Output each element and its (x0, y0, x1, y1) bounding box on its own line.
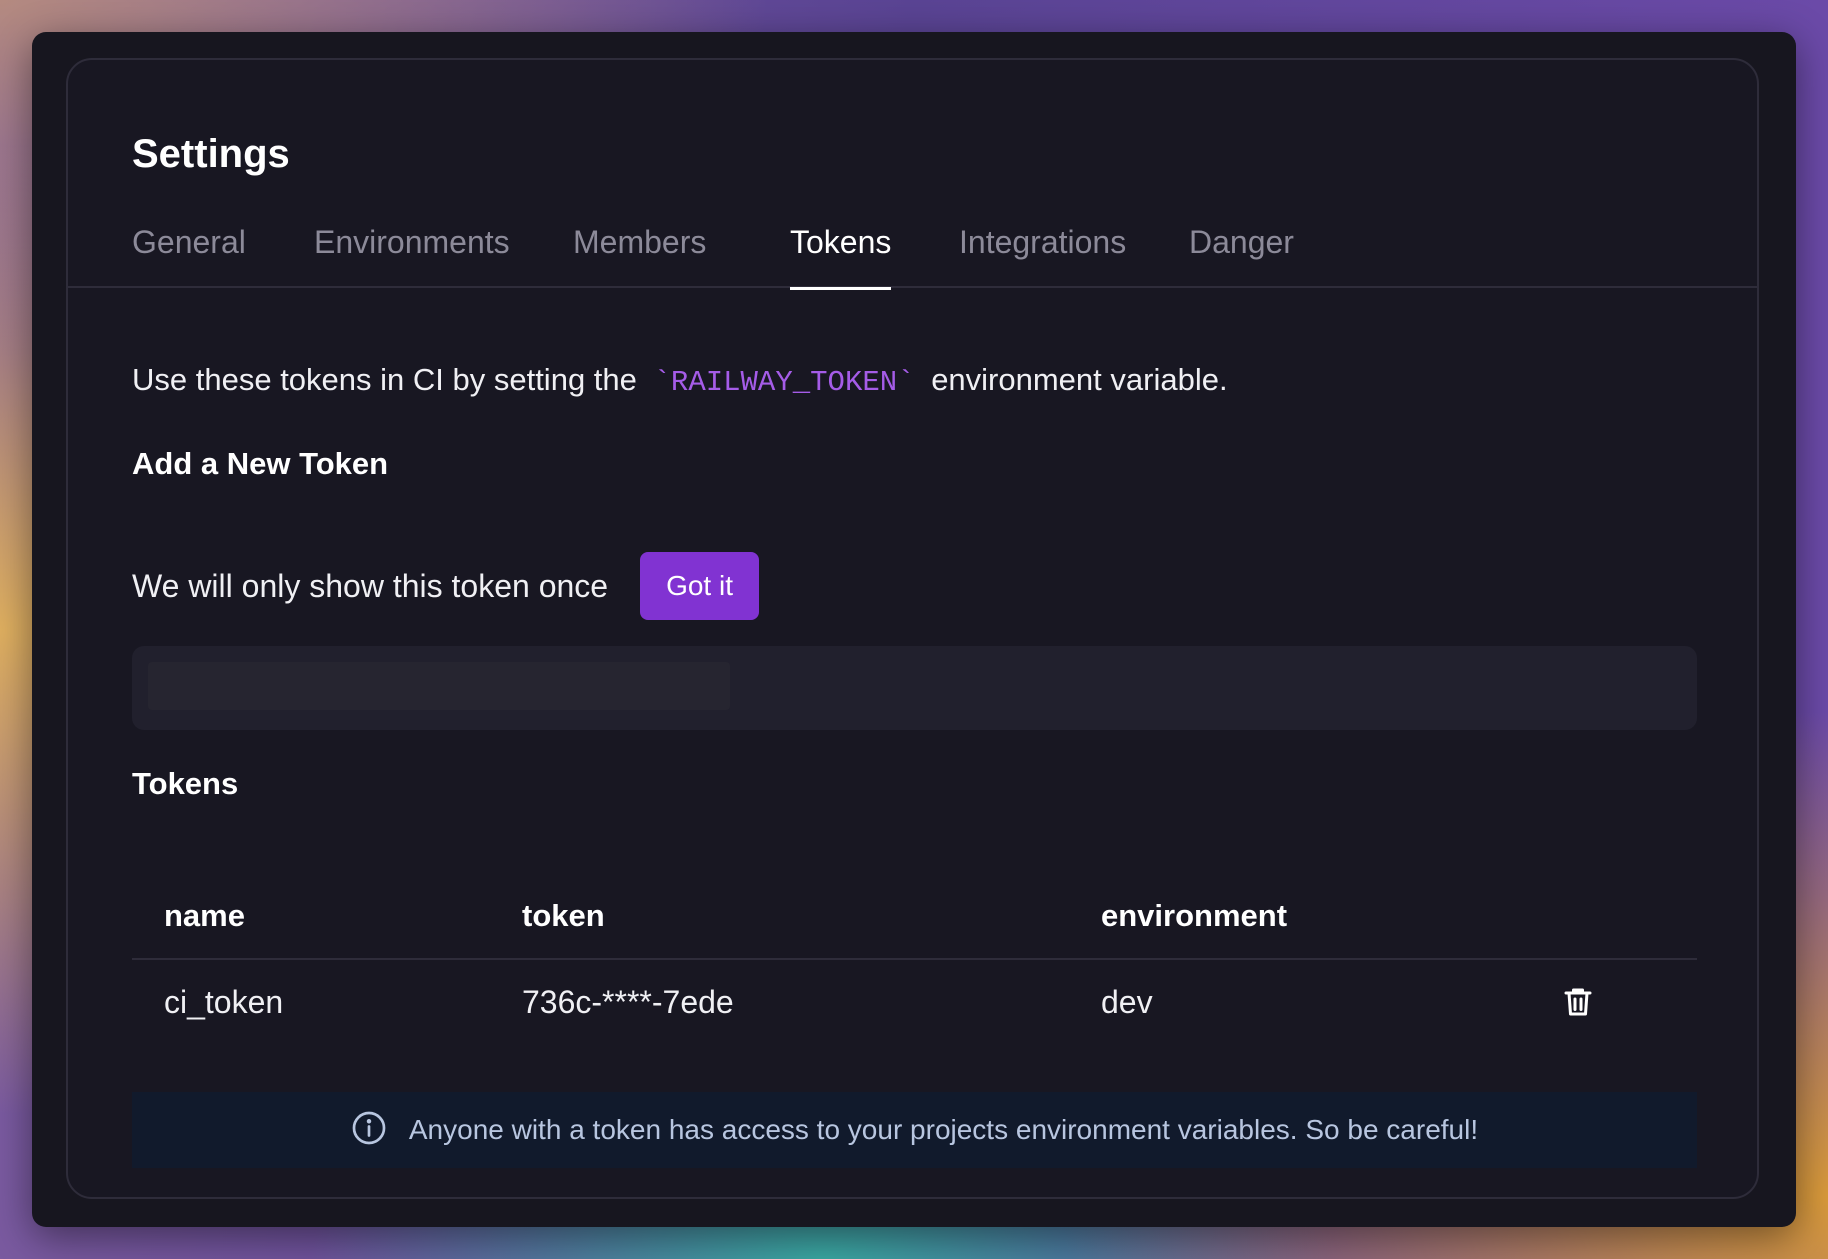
token-notice-row: We will only show this token once Got it (132, 552, 759, 620)
tokens-description: Use these tokens in CI by setting the `R… (132, 362, 1228, 399)
table-row: ci_token 736c-****-7ede dev (132, 960, 1697, 1050)
app-window: Settings General Environments Members To… (32, 32, 1796, 1227)
tab-environments[interactable]: Environments (314, 220, 510, 288)
column-header-name: name (164, 898, 245, 933)
column-header-token: token (522, 898, 605, 933)
tokens-heading: Tokens (132, 766, 239, 801)
new-token-box (132, 646, 1697, 730)
token-environment-cell: dev (1101, 984, 1153, 1020)
got-it-button[interactable]: Got it (640, 552, 759, 620)
tab-danger[interactable]: Danger (1189, 220, 1294, 288)
settings-tabs: General Environments Members Tokens Inte… (68, 220, 1757, 290)
env-var-code: `RAILWAY_TOKEN` (653, 366, 915, 399)
table-header: name token environment (132, 878, 1697, 960)
tokens-table: name token environment ci_token 736c-***… (132, 878, 1697, 1050)
trash-icon[interactable] (1560, 984, 1596, 1020)
add-token-heading: Add a New Token (132, 446, 389, 481)
tab-general[interactable]: General (132, 220, 246, 288)
warning-alert: Anyone with a token has access to your p… (132, 1092, 1697, 1168)
page-title: Settings (132, 132, 290, 176)
alert-text: Anyone with a token has access to your p… (408, 1114, 1479, 1145)
tab-integrations[interactable]: Integrations (959, 220, 1126, 288)
info-icon (351, 1110, 387, 1151)
tab-members[interactable]: Members (573, 220, 706, 288)
column-header-environment: environment (1101, 898, 1288, 933)
description-suffix: environment variable. (931, 362, 1228, 397)
settings-card: Settings General Environments Members To… (66, 58, 1759, 1199)
token-value-cell: 736c-****-7ede (522, 984, 734, 1020)
description-prefix: Use these tokens in CI by setting the (132, 362, 637, 397)
token-notice-text: We will only show this token once (132, 567, 609, 604)
token-name-cell: ci_token (164, 984, 284, 1020)
new-token-value[interactable] (148, 662, 730, 710)
tab-tokens[interactable]: Tokens (790, 220, 892, 290)
